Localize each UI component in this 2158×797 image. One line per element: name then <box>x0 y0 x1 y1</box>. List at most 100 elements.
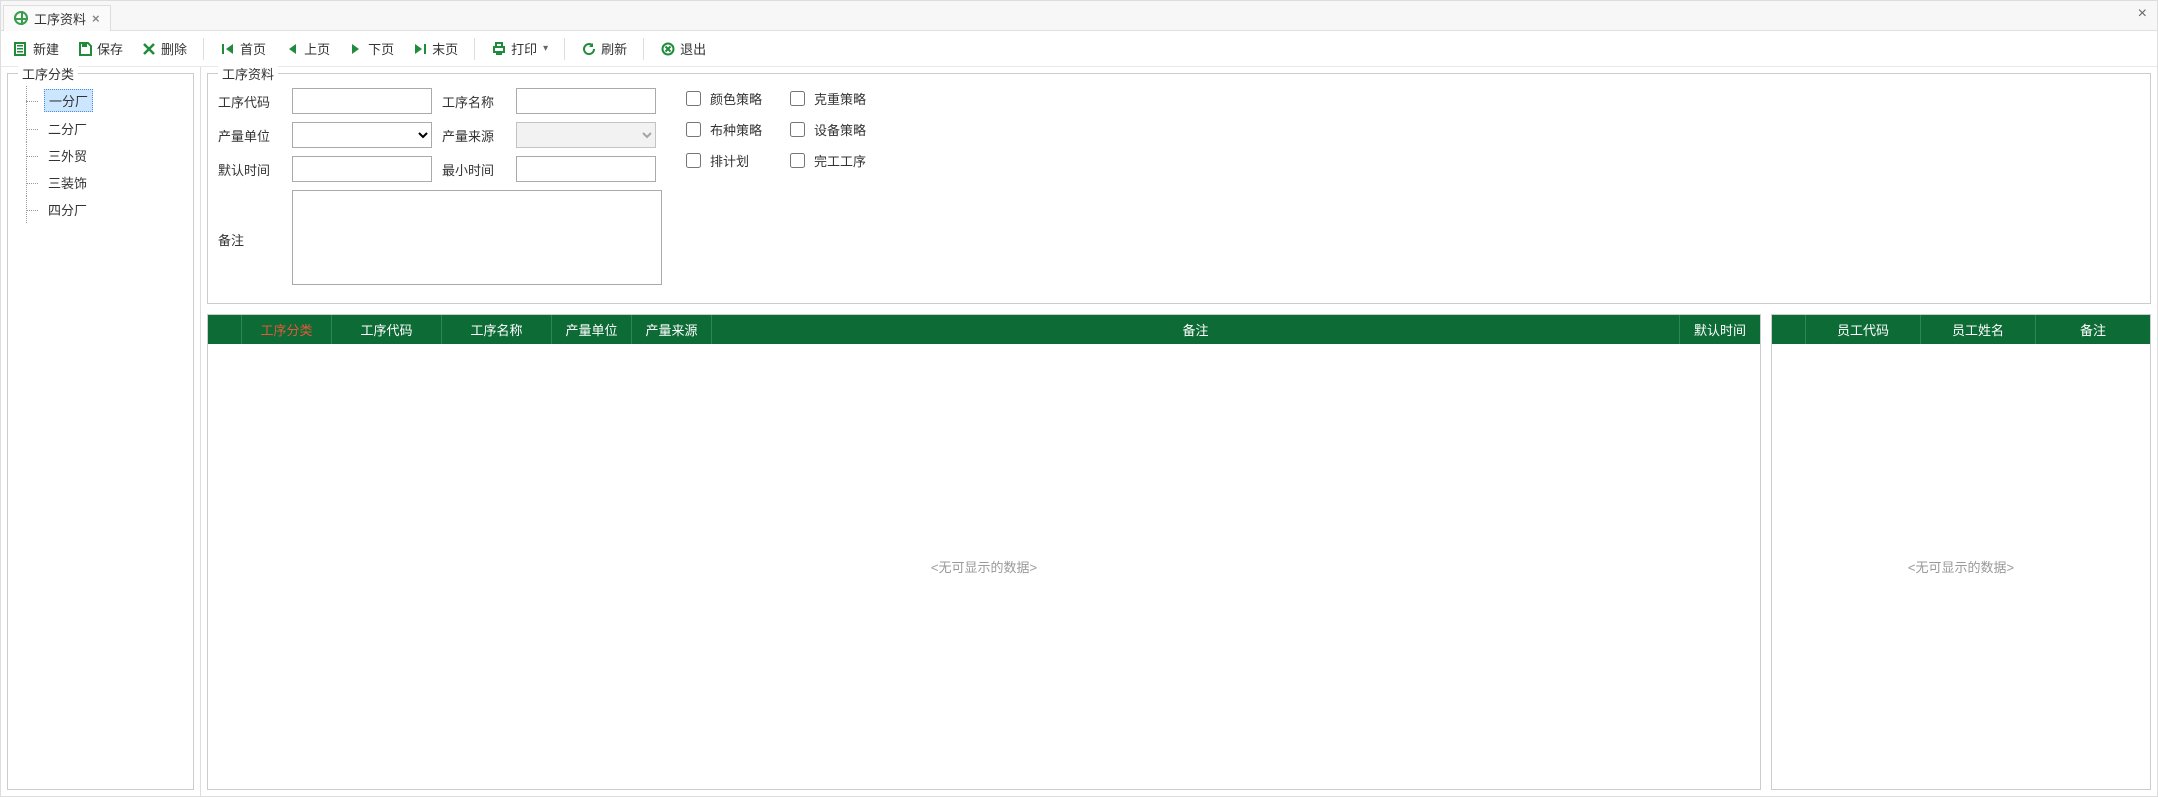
dropdown-caret-icon: ▾ <box>543 43 548 54</box>
next-page-icon <box>348 41 364 57</box>
separator <box>643 38 644 60</box>
window-close-icon[interactable]: × <box>2138 5 2147 23</box>
form-group-title: 工序资料 <box>218 64 278 83</box>
col-emp-name[interactable]: 员工姓名 <box>1921 315 2036 344</box>
tree-item[interactable]: 二分厂 <box>14 115 187 142</box>
row-selector-header[interactable] <box>1772 315 1806 344</box>
save-button[interactable]: 保存 <box>71 35 129 62</box>
process-table-header: 工序分类 工序代码 工序名称 产量单位 产量来源 备注 默认时间 <box>208 315 1760 344</box>
tables-row: 工序分类 工序代码 工序名称 产量单位 产量来源 备注 默认时间 <无可显示的数… <box>201 304 2157 796</box>
weight-strategy-checkbox[interactable]: 克重策略 <box>786 88 866 109</box>
code-input[interactable] <box>292 88 432 114</box>
category-group: 工序分类 一分厂二分厂三外贸三装饰四分厂 <box>7 73 194 790</box>
main-area: 工序分类 一分厂二分厂三外贸三装饰四分厂 工序资料 工序代码 工序名称 <box>1 67 2157 796</box>
first-page-label: 首页 <box>240 39 266 58</box>
col-emp-code[interactable]: 员工代码 <box>1806 315 1921 344</box>
def-time-label: 默认时间 <box>218 160 282 179</box>
tree-item-label: 三装饰 <box>44 172 91 193</box>
source-label: 产量来源 <box>442 126 506 145</box>
next-page-button[interactable]: 下页 <box>342 35 400 62</box>
print-icon <box>491 41 507 57</box>
col-unit[interactable]: 产量单位 <box>552 315 632 344</box>
finish-checkbox[interactable]: 完工工序 <box>786 150 866 171</box>
color-strategy-checkbox[interactable]: 颜色策略 <box>682 88 762 109</box>
prev-page-icon <box>284 41 300 57</box>
tree-item[interactable]: 三外贸 <box>14 142 187 169</box>
exit-button[interactable]: 退出 <box>654 35 712 62</box>
col-category[interactable]: 工序分类 <box>242 315 332 344</box>
tree-item-label: 一分厂 <box>44 89 93 112</box>
delete-button[interactable]: 删除 <box>135 35 193 62</box>
remark-label: 备注 <box>218 190 282 249</box>
checkbox-label: 完工工序 <box>814 151 866 170</box>
tree-item-label: 二分厂 <box>44 118 91 139</box>
col-code[interactable]: 工序代码 <box>332 315 442 344</box>
prev-page-button[interactable]: 上页 <box>278 35 336 62</box>
source-select[interactable] <box>516 122 656 148</box>
employee-table-body: <无可显示的数据> <box>1772 344 2150 789</box>
checkbox-input[interactable] <box>686 91 701 106</box>
right-panel: 工序资料 工序代码 工序名称 产量单位 产量来源 <box>201 67 2157 796</box>
tree-item-label: 四分厂 <box>44 199 91 220</box>
col-emp-remark[interactable]: 备注 <box>2036 315 2150 344</box>
exit-label: 退出 <box>680 39 706 58</box>
plan-checkbox[interactable]: 排计划 <box>682 150 762 171</box>
fabric-strategy-checkbox[interactable]: 布种策略 <box>682 119 762 140</box>
process-table: 工序分类 工序代码 工序名称 产量单位 产量来源 备注 默认时间 <无可显示的数… <box>207 314 1761 790</box>
print-label: 打印 <box>511 39 537 58</box>
checkbox-label: 克重策略 <box>814 89 866 108</box>
checkbox-input[interactable] <box>790 122 805 137</box>
checkbox-input[interactable] <box>790 91 805 106</box>
category-tree: 一分厂二分厂三外贸三装饰四分厂 <box>8 74 193 789</box>
tree-item[interactable]: 一分厂 <box>14 86 187 115</box>
refresh-icon <box>581 41 597 57</box>
employee-table-header: 员工代码 员工姓名 备注 <box>1772 315 2150 344</box>
close-icon[interactable]: × <box>92 11 100 26</box>
col-source[interactable]: 产量来源 <box>632 315 712 344</box>
first-page-icon <box>220 41 236 57</box>
new-button[interactable]: 新建 <box>7 35 65 62</box>
checkbox-label: 布种策略 <box>710 120 762 139</box>
last-page-button[interactable]: 末页 <box>406 35 464 62</box>
checkbox-input[interactable] <box>686 153 701 168</box>
row-selector-header[interactable] <box>208 315 242 344</box>
name-label: 工序名称 <box>442 92 506 111</box>
tab-process-data[interactable]: 工序资料 × <box>3 5 111 31</box>
tree-item[interactable]: 三装饰 <box>14 169 187 196</box>
new-label: 新建 <box>33 39 59 58</box>
first-page-button[interactable]: 首页 <box>214 35 272 62</box>
tree-item[interactable]: 四分厂 <box>14 196 187 223</box>
window: 工序资料 × × 新建 保存 删除 首 <box>0 0 2158 797</box>
checkbox-label: 排计划 <box>710 151 749 170</box>
tab-bar: 工序资料 × × <box>1 1 2157 31</box>
min-time-input[interactable] <box>516 156 656 182</box>
checkbox-input[interactable] <box>790 153 805 168</box>
separator <box>203 38 204 60</box>
new-icon <box>13 41 29 57</box>
col-def-time[interactable]: 默认时间 <box>1680 315 1760 344</box>
name-input[interactable] <box>516 88 656 114</box>
next-page-label: 下页 <box>368 39 394 58</box>
checkbox-label: 设备策略 <box>814 120 866 139</box>
remark-textarea[interactable] <box>292 190 662 285</box>
unit-select[interactable] <box>292 122 432 148</box>
print-button[interactable]: 打印 ▾ <box>485 35 554 62</box>
col-name[interactable]: 工序名称 <box>442 315 552 344</box>
last-page-icon <box>412 41 428 57</box>
checkbox-input[interactable] <box>686 122 701 137</box>
last-page-label: 末页 <box>432 39 458 58</box>
def-time-input[interactable] <box>292 156 432 182</box>
checkbox-label: 颜色策略 <box>710 89 762 108</box>
min-time-label: 最小时间 <box>442 160 506 179</box>
separator <box>474 38 475 60</box>
refresh-label: 刷新 <box>601 39 627 58</box>
unit-label: 产量单位 <box>218 126 282 145</box>
refresh-button[interactable]: 刷新 <box>575 35 633 62</box>
category-group-title: 工序分类 <box>18 64 78 83</box>
separator <box>564 38 565 60</box>
delete-icon <box>141 41 157 57</box>
col-remark[interactable]: 备注 <box>712 315 1680 344</box>
checkbox-group: 颜色策略 克重策略 布种策略 设备策略 <box>682 88 866 171</box>
device-strategy-checkbox[interactable]: 设备策略 <box>786 119 866 140</box>
save-label: 保存 <box>97 39 123 58</box>
